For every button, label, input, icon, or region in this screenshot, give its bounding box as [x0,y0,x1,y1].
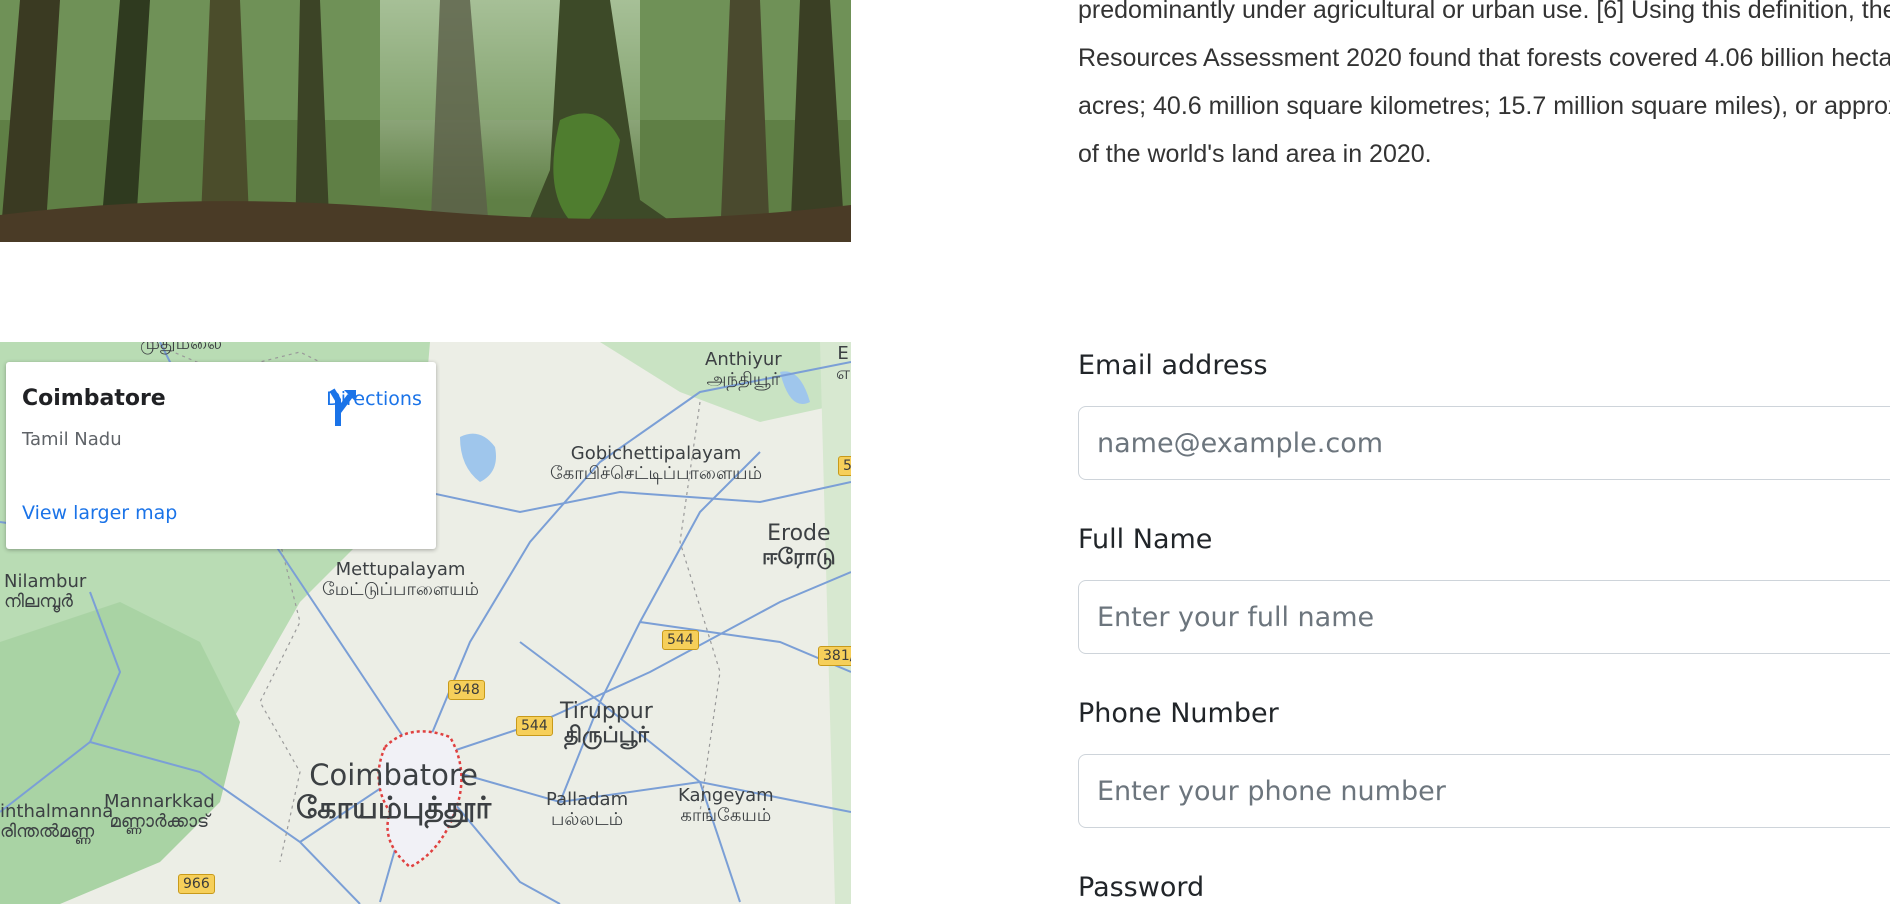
map-label-perinthalmanna: inthalmanna രിന്തൽമണ്ണ [0,801,114,842]
map-label-gobichettipalayam: Gobichettipalayam கோபிச்செட்டிப்பாளையம் [550,443,763,484]
article-line: predominantly under agricultural or urba… [1078,0,1890,24]
view-larger-map-link[interactable]: View larger map [22,502,177,524]
directions-icon [329,388,356,426]
article-line: acres; 40.6 million square kilometres; 1… [1078,92,1890,120]
highway-shield: 544 [662,630,699,650]
map-label-nilambur: Nilambur നിലമ്പൂർ [4,571,87,612]
full-name-label: Full Name [1078,524,1213,555]
article-line: Resources Assessment 2020 found that for… [1078,44,1890,72]
place-title: Coimbatore [22,386,166,411]
full-name-input[interactable] [1078,580,1890,654]
map-label: முதுமலை [140,342,223,354]
phone-input[interactable] [1078,754,1890,828]
highway-shield: 966 [178,874,215,894]
highway-shield: 381/ [818,646,851,666]
directions-button[interactable]: Directions [324,386,424,426]
map-label-coimbatore: Coimbatore கோயம்புத்தூர் [296,758,492,826]
map-place-card: Coimbatore Tamil Nadu Directions View la… [6,362,436,549]
highway-shield: 5 [838,456,851,476]
phone-label: Phone Number [1078,698,1279,729]
forest-image [0,0,851,242]
map-label-erode: Erode ஈரோடு [762,521,836,571]
article-line: of the world's land area in 2020. [1078,140,1432,168]
map-label-palladam: Palladam பல்லடம் [546,789,629,830]
place-subtitle: Tamil Nadu [22,429,122,450]
highway-shield: 948 [448,680,485,700]
highway-shield: 544 [516,716,553,736]
article-paragraph: predominantly under agricultural or urba… [1078,0,1890,178]
map-label-kangeyam: Kangeyam காங்கேயம் [678,785,774,826]
email-input[interactable] [1078,406,1890,480]
map-label-tiruppur: Tiruppur திருப்பூர் [560,699,653,749]
map-label-anthiyur: Anthiyur அந்தியூர் [705,349,782,390]
map-label-mannarkkad: Mannarkkad മണ്ണാർക്കാട് [104,791,215,832]
forest-illustration [0,0,851,242]
map-label-edge: Eஎ [836,343,851,384]
map-label-mettupalayam: Mettupalayam மேட்டுப்பாளையம் [322,559,480,600]
password-label: Password [1078,872,1205,903]
email-label: Email address [1078,350,1268,381]
embedded-map[interactable]: முதுமலை Anthiyur அந்தியூர் Eஎ Gobichettip… [0,342,851,904]
